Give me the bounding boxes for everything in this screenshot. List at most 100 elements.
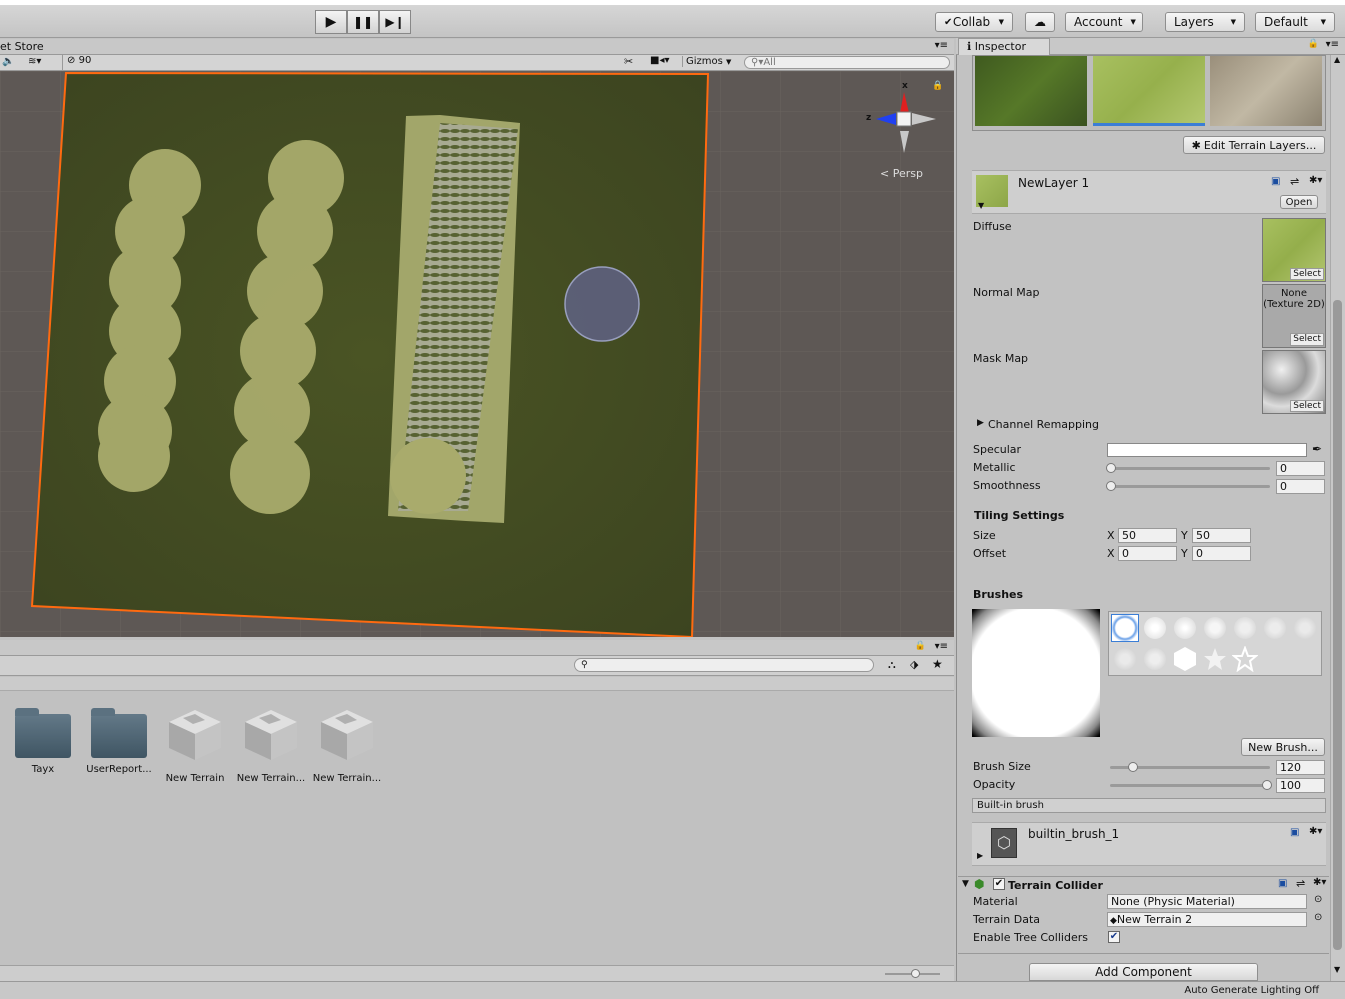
offset-y-input[interactable]: 0	[1192, 546, 1251, 561]
tools-icon[interactable]: ✂	[624, 55, 633, 68]
help-book-icon[interactable]: ▣	[1271, 176, 1280, 187]
size-x-input[interactable]: 50	[1118, 528, 1177, 543]
object-picker-icon[interactable]: ⊙	[1314, 912, 1322, 923]
triangle-right-icon[interactable]: ▶	[977, 418, 984, 428]
help-book-icon[interactable]: ▣	[1278, 878, 1287, 889]
diffuse-texture-slot[interactable]: Select	[1262, 218, 1326, 282]
metallic-slider[interactable]	[1110, 467, 1270, 470]
brush-noise-2[interactable]	[1234, 617, 1256, 639]
asset-terrain-1[interactable]: New Terrain	[157, 700, 233, 784]
mask-map-slot[interactable]: Select	[1262, 350, 1326, 414]
terrain-data-field[interactable]: ◆New Terrain 2	[1107, 912, 1307, 927]
new-brush-button[interactable]: New Brush...	[1241, 738, 1325, 756]
scroll-up-icon[interactable]: ▲	[1334, 55, 1340, 64]
select-button[interactable]: Select	[1290, 268, 1324, 280]
lighting-status[interactable]: Auto Generate Lighting Off	[1184, 985, 1319, 996]
brush-softer[interactable]	[1174, 617, 1196, 639]
brush-cloud[interactable]	[1294, 617, 1316, 639]
gear-icon[interactable]: ✱▾	[1309, 175, 1322, 186]
brush-noise[interactable]	[1204, 617, 1226, 639]
star-filled-brush-icon[interactable]	[1202, 646, 1228, 672]
persp-label[interactable]: < Persp	[880, 167, 923, 180]
step-button[interactable]: ▶❙	[379, 10, 411, 34]
filter-type-icon[interactable]: ⛬	[888, 658, 896, 672]
gizmos-dropdown[interactable]: Gizmos ▼	[682, 56, 731, 67]
scene-view[interactable]: x z < Persp 🔒	[0, 71, 954, 637]
layers-dropdown[interactable]: Layers ▼	[1165, 12, 1245, 32]
tab-inspector[interactable]: ℹ Inspector	[958, 38, 1050, 55]
tree-colliders-checkbox[interactable]: ✔	[1108, 931, 1120, 943]
effects-icon[interactable]: ≋▾	[28, 56, 41, 67]
triangle-right-icon[interactable]: ▶	[977, 851, 983, 860]
scene-tab[interactable]: et Store	[0, 40, 44, 53]
terrain-layer-thumb-2[interactable]	[1093, 56, 1205, 126]
opacity-input[interactable]: 100	[1276, 778, 1325, 793]
asset-terrain-3[interactable]: New Terrain...	[309, 700, 385, 784]
hidden-objects-toggle[interactable]: ⊘ 90	[62, 55, 91, 70]
preset-icon[interactable]: ⇌	[1296, 877, 1305, 890]
scroll-down-icon[interactable]: ▼	[1334, 965, 1340, 974]
layout-dropdown[interactable]: Default ▼	[1255, 12, 1335, 32]
opacity-slider-knob[interactable]	[1262, 780, 1272, 790]
select-button[interactable]: Select	[1290, 400, 1324, 412]
size-y-input[interactable]: 50	[1192, 528, 1251, 543]
gear-icon[interactable]: ✱▾	[1313, 877, 1326, 888]
help-book-icon[interactable]: ▣	[1290, 827, 1299, 838]
lock-icon[interactable]: 🔒	[915, 641, 926, 651]
inspector-scrollbar[interactable]: ▲ ▼	[1330, 55, 1345, 981]
triangle-down-icon[interactable]: ▼	[962, 879, 969, 889]
tag-icon[interactable]: ⬗	[910, 658, 918, 671]
asset-folder-tayx[interactable]: Tayx	[5, 700, 81, 775]
smoothness-slider[interactable]	[1110, 485, 1270, 488]
open-button[interactable]: Open	[1280, 195, 1318, 209]
brush-round-selected[interactable]	[1111, 614, 1139, 642]
inspector-scroll-thumb[interactable]	[1333, 300, 1342, 950]
offset-x-input[interactable]: 0	[1118, 546, 1177, 561]
orientation-gizmo[interactable]: x z < Persp 🔒	[866, 81, 943, 191]
smoothness-input[interactable]: 0	[1276, 479, 1325, 494]
lock-icon[interactable]: 🔒	[1308, 39, 1319, 49]
brush-size-slider-knob[interactable]	[1127, 762, 1138, 772]
collab-dropdown[interactable]: ✔ Collab ▼	[935, 12, 1013, 32]
brush-size-input[interactable]: 120	[1276, 760, 1325, 775]
terrain-layer-thumb-3[interactable]	[1210, 56, 1322, 126]
tab-menu-icon[interactable]: ▾≡	[1326, 39, 1339, 50]
channel-remapping-foldout[interactable]: Channel Remapping	[988, 418, 1099, 431]
select-button[interactable]: Select	[1290, 333, 1324, 346]
metallic-slider-knob[interactable]	[1106, 463, 1116, 473]
tab-menu-icon[interactable]: ▾≡	[935, 40, 948, 51]
brush-splatter[interactable]	[1264, 617, 1286, 639]
audio-icon[interactable]: 🔈	[2, 56, 14, 67]
brush-soft[interactable]	[1144, 617, 1166, 639]
collider-enabled-checkbox[interactable]: ✔	[993, 878, 1005, 890]
gear-icon[interactable]: ✱▾	[1309, 826, 1322, 837]
hexagon-brush-icon[interactable]	[1172, 646, 1198, 672]
tab-menu-icon[interactable]: ▾≡	[935, 641, 948, 652]
object-picker-icon[interactable]: ⊙	[1314, 894, 1322, 905]
normal-map-slot[interactable]: None (Texture 2D) Select	[1262, 284, 1326, 348]
smoothness-slider-knob[interactable]	[1106, 481, 1116, 491]
camera-icon[interactable]: ■◂▾	[650, 55, 670, 66]
metallic-input[interactable]: 0	[1276, 461, 1325, 476]
icon-size-slider-knob[interactable]	[911, 969, 920, 978]
edit-terrain-layers-button[interactable]: ✱ Edit Terrain Layers...	[1183, 136, 1325, 154]
eyedropper-icon[interactable]: ✒	[1312, 442, 1322, 456]
pause-button[interactable]: ❚❚	[347, 10, 379, 34]
asset-terrain-2[interactable]: New Terrain...	[233, 700, 309, 784]
cloud-button[interactable]: ☁	[1025, 12, 1055, 32]
brush-flower[interactable]	[1114, 648, 1136, 670]
material-field[interactable]: None (Physic Material)	[1107, 894, 1307, 909]
scene-search-input[interactable]: ⚲▾All	[744, 56, 950, 69]
asset-folder-userreport[interactable]: UserReport...	[81, 700, 157, 775]
project-search-input[interactable]: ⚲	[574, 658, 874, 672]
play-button[interactable]: ▶	[315, 10, 347, 34]
star-outline-brush-icon[interactable]	[1232, 646, 1258, 672]
specular-color-field[interactable]	[1107, 443, 1307, 457]
star-icon[interactable]: ★	[932, 657, 943, 671]
lock-icon[interactable]: 🔒	[932, 81, 943, 91]
add-component-button[interactable]: Add Component	[1029, 963, 1258, 981]
terrain-layer-thumb-1[interactable]	[975, 56, 1087, 126]
preset-icon[interactable]: ⇌	[1290, 175, 1299, 188]
brush-rock[interactable]	[1144, 648, 1166, 670]
account-dropdown[interactable]: Account ▼	[1065, 12, 1143, 32]
